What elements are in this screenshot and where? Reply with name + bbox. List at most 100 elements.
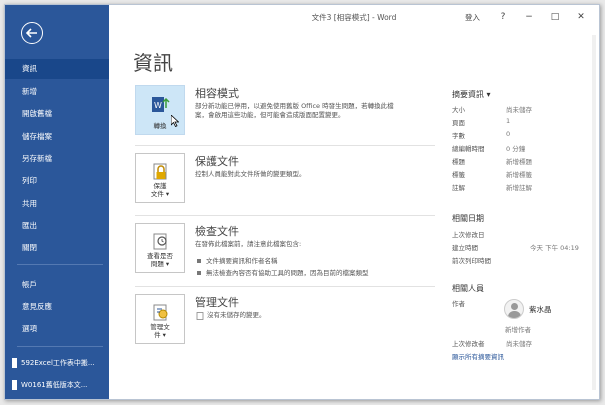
section-divider <box>135 286 435 287</box>
property-row: 字數 0 <box>452 130 592 143</box>
last-modified-by-value: 尚未儲存 <box>506 340 532 348</box>
property-key: 標題 <box>452 158 465 166</box>
author-name[interactable]: 紫水晶 <box>529 304 552 315</box>
sidebar-item-new[interactable]: 新增 <box>5 82 109 102</box>
property-value: 1 <box>506 117 511 125</box>
close-button[interactable]: ✕ <box>570 9 592 25</box>
manage-document-icon <box>153 304 168 321</box>
tags-field[interactable]: 新增標籤 <box>506 169 532 179</box>
lock-icon <box>153 163 167 180</box>
property-value: 今天 下午 04:19 <box>530 244 579 252</box>
related-dates: 上次修改日 建立時間 今天 下午 04:19 前次列印時間 <box>452 229 592 268</box>
svg-text:W: W <box>154 101 162 110</box>
minimize-button[interactable]: − <box>518 9 540 25</box>
protect-document-button[interactable]: 保護 文件 ▾ <box>135 153 185 203</box>
vertical-scrollbar[interactable] <box>592 35 596 390</box>
sign-in-link[interactable]: 登入 <box>465 12 480 23</box>
sidebar-item-print[interactable]: 列印 <box>5 171 109 191</box>
avatar-head <box>511 303 518 310</box>
manage-description: 沒有未儲存的變更。 <box>207 311 266 319</box>
section-divider <box>135 145 435 146</box>
help-button[interactable]: ? <box>492 9 514 25</box>
back-arrow-icon <box>25 28 37 38</box>
property-key: 註解 <box>452 184 465 192</box>
mouse-cursor-icon <box>171 115 179 127</box>
sidebar-item-options[interactable]: 選項 <box>5 319 109 339</box>
avatar-body <box>508 311 521 318</box>
inspect-bullet: 無法檢查內容否有協助工具的問題，因為目前的檔案類型 <box>197 267 369 277</box>
sidebar-item-account[interactable]: 帳戶 <box>5 275 109 295</box>
inspect-tile-label: 查看是否 問題 ▾ <box>136 252 184 268</box>
protect-heading: 保護文件 <box>195 155 239 168</box>
title-field[interactable]: 新增標題 <box>506 156 532 166</box>
property-row: 頁面 1 <box>452 117 592 130</box>
manage-tile-label: 管理文 件 ▾ <box>136 323 184 339</box>
recent-file-item[interactable]: 592Excel工作表中搬... <box>5 353 109 373</box>
inspect-icon <box>153 233 167 250</box>
sidebar-divider <box>17 346 103 347</box>
author-avatar <box>504 299 524 319</box>
inspect-heading: 檢查文件 <box>195 225 239 238</box>
inspect-tile-label-line2: 問題 ▾ <box>150 260 170 268</box>
property-row: 上次修改日 <box>452 229 592 242</box>
recent-file-item[interactable]: W0161舊低版本文... <box>5 375 109 395</box>
property-key: 總編輯時間 <box>452 145 485 153</box>
property-value: 尚未儲存 <box>506 106 532 114</box>
property-key: 前次列印時間 <box>452 257 491 265</box>
sidebar-item-info[interactable]: 資訊 <box>5 59 109 79</box>
sidebar-item-feedback[interactable]: 意見反應 <box>5 297 109 317</box>
word-file-icon <box>9 358 17 368</box>
properties-panel: 摘要資訊 ▾ 大小 尚未儲存 頁面 1 字數 0 總編輯時間 0 分鐘 標題 新增標題 標… <box>452 89 592 195</box>
comments-field[interactable]: 新增註解 <box>506 182 532 192</box>
word-window: 資訊 新增 開啟舊檔 儲存檔案 另存新檔 列印 共用 匯出 關閉 帳戶 意見反應… <box>4 4 600 400</box>
property-row: 標籤 新增標籤 <box>452 169 592 182</box>
protect-tile-label-line2: 文件 ▾ <box>150 190 170 198</box>
related-dates-heading: 相關日期 <box>452 214 484 223</box>
property-key: 大小 <box>452 106 465 114</box>
sidebar-item-share[interactable]: 共用 <box>5 194 109 214</box>
property-key: 字數 <box>452 132 465 140</box>
manage-tile-label-line2: 件 ▾ <box>154 331 166 339</box>
word-file-icon <box>9 380 17 390</box>
manage-heading: 管理文件 <box>195 296 239 309</box>
property-key: 標籤 <box>452 171 465 179</box>
property-row: 標題 新增標題 <box>452 156 592 169</box>
property-value: 0 <box>506 130 511 138</box>
property-value: 0 分鐘 <box>506 145 526 153</box>
protect-description: 控制人員能對此文件所做的變更類型。 <box>195 170 306 178</box>
inspect-tile-label-line1: 查看是否 <box>147 252 173 260</box>
properties-heading[interactable]: 摘要資訊 ▾ <box>452 89 592 100</box>
compat-heading: 相容模式 <box>195 87 239 100</box>
inspect-bullet: 文件摘要資訊和作者名稱 <box>197 255 278 265</box>
sidebar-item-close[interactable]: 關閉 <box>5 238 109 258</box>
manage-document-button[interactable]: 管理文 件 ▾ <box>135 294 185 344</box>
related-people-heading: 相關人員 <box>452 284 484 293</box>
recent-file-label: W0161舊低版本文... <box>21 381 88 389</box>
property-row: 總編輯時間 0 分鐘 <box>452 143 592 156</box>
sidebar-item-save[interactable]: 儲存檔案 <box>5 127 109 147</box>
property-row: 前次列印時間 <box>452 255 592 268</box>
backstage-sidebar: 資訊 新增 開啟舊檔 儲存檔案 另存新檔 列印 共用 匯出 關閉 帳戶 意見反應… <box>5 5 109 399</box>
protect-tile-label-line1: 保護 <box>153 182 167 190</box>
protect-tile-label: 保護 文件 ▾ <box>136 182 184 198</box>
sidebar-item-export[interactable]: 匯出 <box>5 216 109 236</box>
show-all-properties-link[interactable]: 顯示所有摘要資訊 <box>452 351 504 361</box>
compat-description: 部分新功能已停用，以避免使用舊版 Office 時發生問題，若轉換此檔案，會啟用… <box>195 102 394 119</box>
author-label: 作者 <box>452 300 465 308</box>
check-for-issues-button[interactable]: 查看是否 問題 ▾ <box>135 223 185 273</box>
add-author-field[interactable]: 新增作者 <box>505 324 531 334</box>
sidebar-item-open[interactable]: 開啟舊檔 <box>5 104 109 124</box>
last-modified-by-label: 上次修改者 <box>452 340 485 348</box>
property-row: 註解 新增註解 <box>452 182 592 195</box>
property-row: 建立時間 今天 下午 04:19 <box>452 242 592 255</box>
back-button[interactable] <box>21 22 43 44</box>
manage-tile-label-line1: 管理文 <box>150 323 170 331</box>
sidebar-item-save-as[interactable]: 另存新檔 <box>5 149 109 169</box>
convert-button[interactable]: W 轉換 <box>135 85 185 135</box>
property-key: 頁面 <box>452 119 465 127</box>
inspect-description: 在發佈此檔案前，請注意此檔案包含: <box>195 240 302 248</box>
title-bar: 文件3 [相容模式] - Word 登入 ? − □ ✕ <box>109 5 599 29</box>
restore-button[interactable]: □ <box>544 9 566 25</box>
property-row: 大小 尚未儲存 <box>452 104 592 117</box>
property-key: 上次修改日 <box>452 231 485 239</box>
